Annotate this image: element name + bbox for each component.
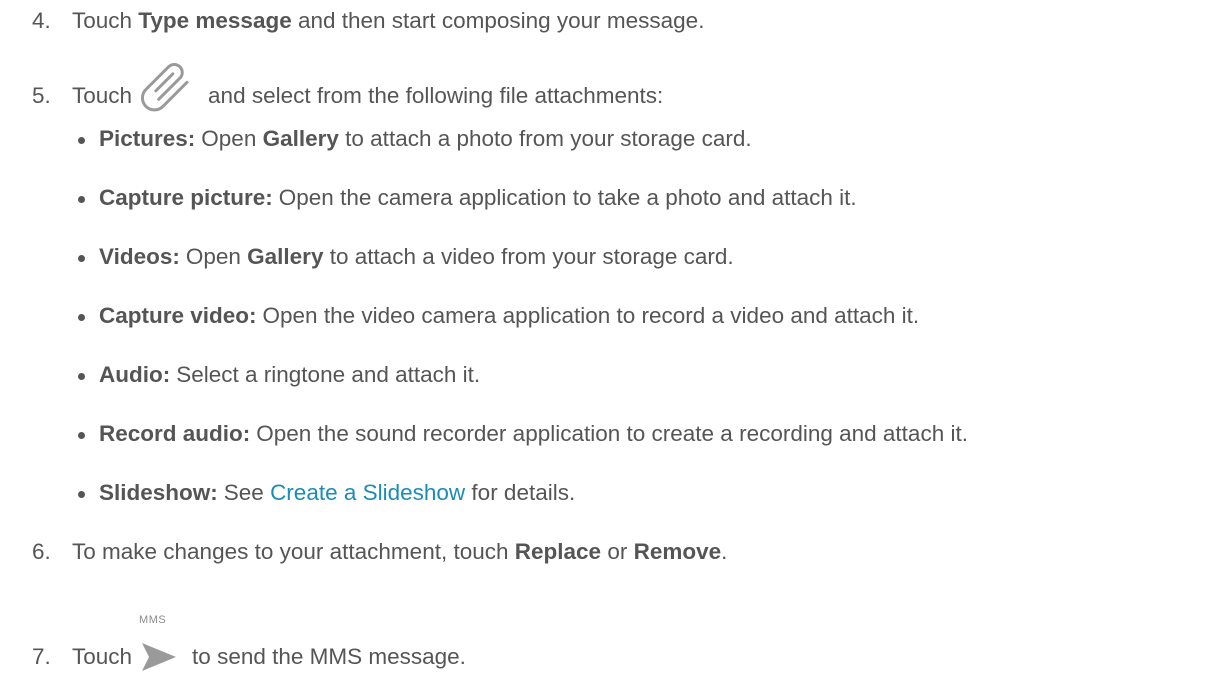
item-label: Slideshow: (99, 480, 218, 505)
item-text: to attach a photo from your storage card… (338, 126, 752, 151)
bullet-icon (78, 195, 85, 203)
step-text: Touch (72, 644, 133, 669)
item-label: Pictures: (99, 126, 196, 151)
item-label: Audio: (99, 362, 171, 387)
item-text: Select a ringtone and attach it. (176, 362, 481, 387)
item-text: Open (201, 126, 263, 151)
step-text: or (601, 539, 634, 564)
paperclip-icon (140, 62, 200, 114)
step-emphasis: Type message (138, 8, 292, 33)
list-item: Record audio: Open the sound recorder ap… (78, 421, 968, 447)
bullet-icon (78, 254, 85, 262)
step-5: 5. Touch and select from the following f… (32, 62, 664, 122)
list-item: Audio: Select a ringtone and attach it. (78, 362, 480, 388)
step-number: 6. (32, 539, 51, 564)
bullet-icon (78, 431, 85, 439)
item-text: to attach a video from your storage card… (323, 244, 734, 269)
item-text: Open (185, 244, 248, 269)
step-number: 5. (32, 83, 51, 108)
step-text: To make changes to your attachment, touc… (72, 539, 515, 564)
item-text: Open the sound recorder application to c… (256, 421, 968, 446)
item-emphasis: Gallery (262, 126, 339, 151)
create-slideshow-link[interactable]: Create a Slideshow (270, 480, 465, 506)
bullet-icon (78, 136, 85, 144)
step-4: 4. Touch Type message and then start com… (32, 8, 704, 34)
step-7: 7. Touch MMS to send the MMS message. (32, 614, 466, 674)
item-label: Capture picture: (99, 185, 273, 210)
item-label: Videos: (99, 244, 180, 269)
step-number: 4. (32, 8, 51, 33)
step-text: Touch (72, 8, 139, 33)
item-text: Open the video camera application to rec… (262, 303, 920, 328)
list-item: Capture video: Open the video camera app… (78, 303, 919, 329)
list-item: Pictures: Open Gallery to attach a photo… (78, 126, 752, 152)
step-6: 6. To make changes to your attachment, t… (32, 539, 727, 565)
mms-label: MMS (139, 614, 167, 626)
remove-label: Remove (633, 539, 722, 564)
item-text: See (223, 480, 271, 505)
bullet-icon (78, 313, 85, 321)
item-text: for details. (465, 480, 576, 505)
step-text: to send the MMS message. (192, 644, 466, 669)
step-text: Touch (72, 83, 133, 108)
list-item: Videos: Open Gallery to attach a video f… (78, 244, 734, 270)
list-item: Capture picture: Open the camera applica… (78, 185, 857, 211)
send-mms-icon: MMS (138, 614, 178, 674)
bullet-icon (78, 372, 85, 380)
item-label: Capture video: (99, 303, 257, 328)
item-label: Record audio: (99, 421, 251, 446)
list-item: Slideshow: See Create a Slideshow for de… (78, 480, 575, 506)
bullet-icon (78, 490, 85, 498)
step-number: 7. (32, 644, 51, 669)
step-text: and then start composing your message. (291, 8, 705, 33)
step-text: and select from the following file attac… (208, 83, 664, 108)
step-text: . (721, 539, 728, 564)
item-emphasis: Gallery (247, 244, 324, 269)
replace-label: Replace (514, 539, 602, 564)
item-text: Open the camera application to take a ph… (278, 185, 857, 210)
